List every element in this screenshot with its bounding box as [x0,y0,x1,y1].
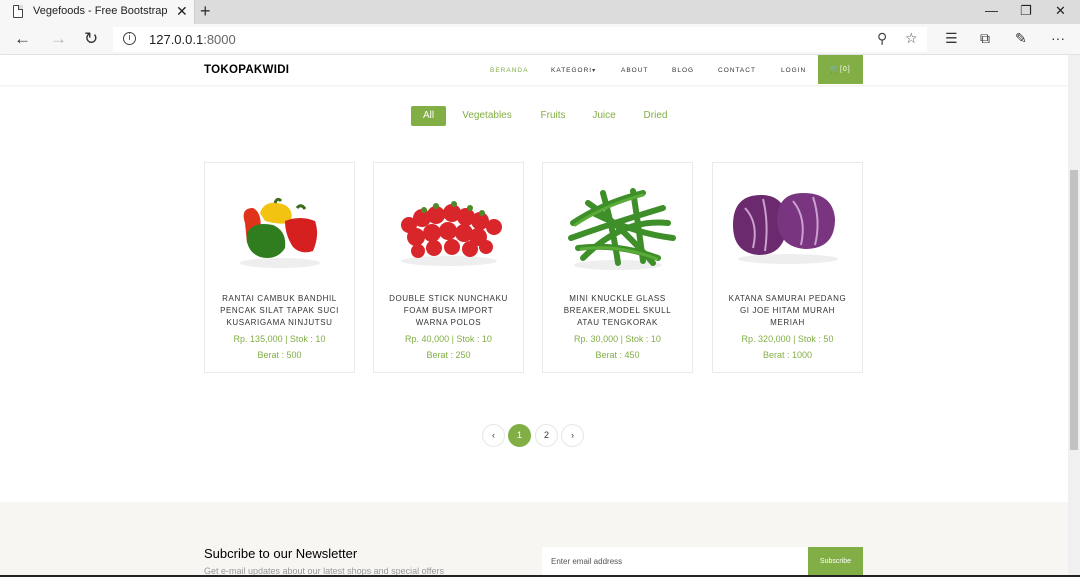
product-price: Rp. 30,000 | Stok : 10 [574,334,661,344]
menu-item-about[interactable]: ABOUT [621,67,648,74]
close-icon[interactable]: ✕ [176,3,188,19]
product-image-green-beans[interactable] [543,163,692,283]
zoom-icon[interactable]: ⚲ [877,30,887,47]
back-arrow-icon[interactable]: ← [14,30,31,48]
site-navbar: TOKOPAKWIDI BERANDA KATEGORI▾ ABOUT BLOG… [0,55,1068,85]
menu-item-beranda[interactable]: BERANDA [490,67,528,74]
cart-button[interactable]: 🛒[0] [818,55,863,84]
product-name[interactable]: MINI KNUCKLE GLASS BREAKER,MODEL SKULL A… [543,293,692,329]
product-price: Rp. 40,000 | Stok : 10 [405,334,492,344]
scroll-thumb[interactable] [1070,170,1078,450]
cart-icon: 🛒 [830,66,840,73]
product-price: Rp. 320,000 | Stok : 50 [741,334,834,344]
product-weight: Berat : 500 [257,350,302,360]
newsletter-section: Subcribe to our Newsletter Get e-mail up… [0,502,1068,577]
menu-item-contact[interactable]: CONTACT [718,67,756,74]
url-port: :8000 [203,32,236,47]
product-name[interactable]: KATANA SAMURAI PEDANG GI JOE HITAM MURAH… [713,293,862,329]
filter-fruits[interactable]: Fruits [536,106,570,126]
product-price: Rp. 135,000 | Stok : 10 [233,334,326,344]
url-host: 127.0.0.1 [149,32,204,47]
cart-count: [0] [839,66,851,73]
page-2-button[interactable]: 2 [535,424,558,447]
product-weight: Berat : 450 [595,350,640,360]
product-image-strawberries[interactable] [374,163,523,283]
category-filters: All Vegetables Fruits Juice Dried [0,106,1068,126]
filter-dried[interactable]: Dried [639,106,672,126]
product-name[interactable]: DOUBLE STICK NUNCHAKU FOAM BUSA IMPORT W… [374,293,523,329]
collections-icon[interactable]: ⧉ [980,30,990,47]
product-card[interactable]: RANTAI CAMBUK BANDHIL PENCAK SILAT TAPAK… [204,162,355,373]
extension-icon[interactable]: ✎ [1015,30,1027,47]
forward-arrow-icon[interactable]: → [50,30,67,48]
product-card[interactable]: MINI KNUCKLE GLASS BREAKER,MODEL SKULL A… [542,162,693,373]
product-weight: Berat : 250 [426,350,471,360]
star-icon[interactable]: ☆ [905,30,918,47]
email-field[interactable]: Enter email address [542,547,808,577]
menu-item-blog[interactable]: BLOG [672,67,694,74]
document-icon [13,5,23,18]
menu-item-login[interactable]: LOGIN [781,67,806,74]
filter-vegetables[interactable]: Vegetables [457,106,517,126]
info-icon[interactable]: i [123,32,136,45]
page-1-button[interactable]: 1 [508,424,531,447]
product-name[interactable]: RANTAI CAMBUK BANDHIL PENCAK SILAT TAPAK… [205,293,354,329]
filter-all[interactable]: All [411,106,446,126]
browser-tab[interactable]: Vegefoods - Free Bootstrap 4 Te ✕ [0,0,195,24]
brand-logo[interactable]: TOKOPAKWIDI [204,64,289,76]
address-bar[interactable]: i 127.0.0.1:8000 ⚲ ☆ [113,27,927,52]
browser-toolbar: ← → ↻ i 127.0.0.1:8000 ⚲ ☆ ☰ ⧉ ✎ ··· [0,24,1080,55]
filter-juice[interactable]: Juice [588,106,620,126]
newsletter-title: Subcribe to our Newsletter [204,546,358,561]
more-icon[interactable]: ··· [1051,30,1065,46]
product-card[interactable]: DOUBLE STICK NUNCHAKU FOAM BUSA IMPORT W… [373,162,524,373]
favorites-icon[interactable]: ☰ [945,30,958,47]
menu-item-kategori-label: KATEGORI [551,67,593,74]
tab-title: Vegefoods - Free Bootstrap 4 Te [33,5,170,17]
menu-item-kategori[interactable]: KATEGORI▾ [551,67,596,74]
product-weight: Berat : 1000 [762,350,813,360]
page-prev-button[interactable]: ‹ [482,424,505,447]
window-close-icon[interactable]: ✕ [1055,3,1066,19]
subscribe-button[interactable]: Subscribe [808,547,863,577]
product-image-bell-peppers[interactable] [205,163,354,283]
caret-down-icon: ▾ [592,68,597,74]
plus-icon[interactable]: + [200,1,211,21]
page-next-button[interactable]: › [561,424,584,447]
minimize-icon[interactable]: — [985,3,998,18]
refresh-icon[interactable]: ↻ [84,30,98,48]
browser-tab-bar: Vegefoods - Free Bootstrap 4 Te ✕ + — ❐ … [0,0,1080,24]
restore-icon[interactable]: ❐ [1020,3,1032,19]
page-scrollbar[interactable] [1068,55,1080,577]
address-url[interactable]: 127.0.0.1:8000 [149,32,236,47]
product-image-red-cabbage[interactable] [713,163,862,283]
product-card[interactable]: KATANA SAMURAI PEDANG GI JOE HITAM MURAH… [712,162,863,373]
